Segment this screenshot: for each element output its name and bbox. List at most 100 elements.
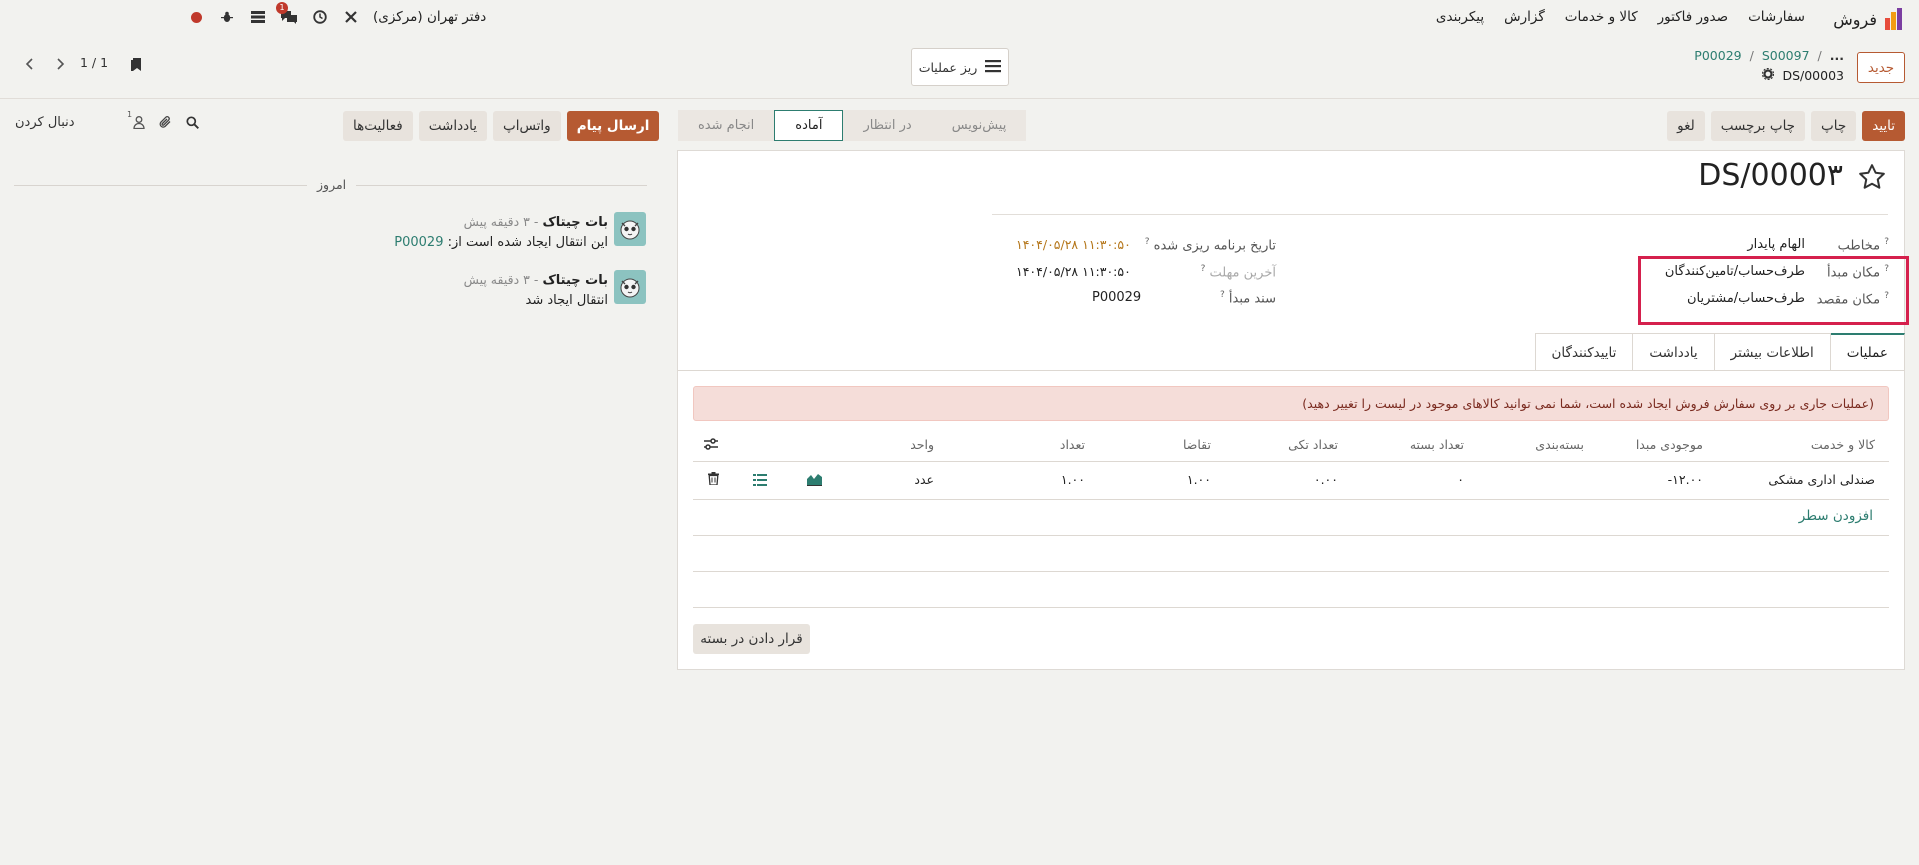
app-brand[interactable]: فروش <box>1833 7 1907 31</box>
form-tabs: عملیات اطلاعات بیشتر یادداشت تاییدکنندگا… <box>1534 333 1905 371</box>
breadcrumb-separator: / <box>1817 48 1822 63</box>
message-author[interactable]: بات چیتاک <box>542 215 608 230</box>
avatar[interactable] <box>614 270 646 304</box>
whatsapp-button[interactable]: واتس‌اپ <box>492 111 561 141</box>
empty-row-divider <box>693 571 1889 572</box>
chat-badge: 1 <box>276 2 288 14</box>
optional-columns-icon[interactable] <box>703 436 719 455</box>
followers-icon[interactable]: 1 <box>127 110 145 133</box>
table-header: کالا و خدمت موجودی مبدا بسته‌بندی تعداد … <box>693 428 1889 462</box>
menu-reporting[interactable]: گزارش <box>1504 9 1545 25</box>
put-in-pack-button[interactable]: قرار دادن در بسته <box>693 624 810 654</box>
new-button[interactable]: جدید <box>1857 52 1905 83</box>
activities-button[interactable]: فعالیت‌ها <box>343 111 413 141</box>
deadline-label: آخرین مهلت ? <box>1200 264 1276 281</box>
col-source-stock[interactable]: موجودی مبدا <box>1636 437 1703 452</box>
follow-button[interactable]: دنبال کردن <box>15 115 75 130</box>
print-button[interactable]: چاپ <box>1811 111 1857 141</box>
paperclip-icon[interactable] <box>159 115 172 133</box>
tab-operations[interactable]: عملیات <box>1829 333 1905 371</box>
record-title-heading: DS/0000۳ <box>1698 158 1843 193</box>
menu-products[interactable]: کالا و خدمات <box>1565 9 1638 25</box>
menu-invoicing[interactable]: صدور فاکتور <box>1658 9 1728 25</box>
hamburger-icon <box>985 59 1002 76</box>
app-name: فروش <box>1833 9 1877 29</box>
star-icon[interactable] <box>1857 162 1887 196</box>
add-line-link[interactable]: افزودن سطر <box>1799 508 1873 524</box>
company-switcher[interactable]: دفتر تهران (مرکزی) <box>373 9 486 25</box>
cell-source-stock: -۱۲.۰۰ <box>1667 472 1703 487</box>
operations-detail-button[interactable]: ریز عملیات <box>911 48 1009 86</box>
gear-icon[interactable] <box>1762 67 1775 83</box>
date-separator-label: امروز <box>307 177 357 192</box>
pager-prev-button[interactable] <box>18 52 42 76</box>
bug-icon[interactable] <box>218 8 236 26</box>
scheduled-date-value[interactable]: ۱۴۰۴/۰۵/۲۸ ۱۱:۳۰:۵۰ <box>1016 237 1131 252</box>
breadcrumb-purchase-order[interactable]: P00029 <box>1694 48 1741 63</box>
record-status-icon[interactable] <box>187 8 205 26</box>
sales-app-icon <box>1885 8 1907 30</box>
col-package-qty[interactable]: تعداد بسته <box>1410 437 1464 452</box>
menu-orders[interactable]: سفارشات <box>1748 9 1805 25</box>
trash-icon[interactable] <box>708 472 719 488</box>
source-document-label: سند مبدأ ? <box>1219 290 1276 307</box>
message-body: بات چیتاک - ۳ دقیقه پیش این انتقال ایجاد… <box>394 212 608 253</box>
tabs-baseline <box>678 370 1904 371</box>
cell-product[interactable]: صندلی اداری مشکی <box>1768 472 1875 487</box>
avatar[interactable] <box>614 212 646 246</box>
chatter-icons: 1 <box>127 110 199 133</box>
col-demand[interactable]: تقاضا <box>1183 437 1211 452</box>
search-icon[interactable] <box>186 115 199 133</box>
source-document-value[interactable]: P00029 <box>1092 290 1141 305</box>
print-labels-button[interactable]: چاپ برچسب <box>1710 111 1806 141</box>
pager-next-button[interactable] <box>48 52 72 76</box>
stage-ready[interactable]: آماده <box>774 110 844 141</box>
send-message-button[interactable]: ارسال پیام <box>566 111 660 141</box>
col-product[interactable]: کالا و خدمت <box>1811 437 1875 452</box>
pager-value[interactable]: 1 / 1 <box>80 55 108 70</box>
stage-waiting[interactable]: در انتظار <box>843 110 932 141</box>
breadcrumb-more[interactable]: ... <box>1830 48 1844 63</box>
tools-icon[interactable] <box>342 8 360 26</box>
tab-additional-info[interactable]: اطلاعات بیشتر <box>1713 333 1831 371</box>
record-title: DS/00003 <box>1762 67 1844 83</box>
col-unit[interactable]: واحد <box>910 437 934 452</box>
chat-icon[interactable]: 1 <box>276 2 298 26</box>
cancel-button[interactable]: لغو <box>1667 111 1705 141</box>
cell-unit-qty[interactable]: ۰.۰۰ <box>1314 472 1338 487</box>
partner-value[interactable]: الهام پایدار <box>1747 237 1805 252</box>
message-text: این انتقال ایجاد شده است از: <box>447 235 608 250</box>
details-list-icon[interactable] <box>753 474 767 489</box>
col-packaging[interactable]: بسته‌بندی <box>1535 437 1584 452</box>
cell-quantity[interactable]: ۱.۰۰ <box>1061 472 1085 487</box>
tab-approvers[interactable]: تاییدکنندگان <box>1534 333 1634 371</box>
message-author[interactable]: بات چیتاک <box>542 273 608 288</box>
scheduled-date-label: تاریخ برنامه ریزی شده ? <box>1144 237 1276 254</box>
empty-row-divider <box>693 535 1889 536</box>
message-link[interactable]: P00029 <box>394 235 443 250</box>
bookmark-icon[interactable] <box>131 57 144 77</box>
table-row[interactable]: صندلی اداری مشکی -۱۲.۰۰ ۰ ۰.۰۰ ۱.۰۰ ۱.۰۰… <box>693 462 1889 500</box>
tab-note[interactable]: یادداشت <box>1632 333 1715 371</box>
statusbar-buttons: تایید چاپ چاپ برچسب لغو <box>1667 111 1905 141</box>
stage-done[interactable]: انجام شده <box>678 110 775 141</box>
cell-package-qty[interactable]: ۰ <box>1457 472 1464 487</box>
clock-icon[interactable] <box>311 8 329 26</box>
cell-demand[interactable]: ۱.۰۰ <box>1187 472 1211 487</box>
col-quantity[interactable]: تعداد <box>1060 437 1085 452</box>
empty-row-divider <box>693 607 1889 608</box>
record-name: DS/00003 <box>1782 68 1844 83</box>
stage-draft[interactable]: پیش‌نویس <box>931 110 1027 141</box>
activity-list-icon[interactable] <box>249 8 267 26</box>
cell-unit[interactable]: عدد <box>914 472 934 487</box>
deadline-value[interactable]: ۱۴۰۴/۰۵/۲۸ ۱۱:۳۰:۵۰ <box>1016 264 1131 279</box>
warning-alert: (عملیات جاری بر روی سفارش فروش ایجاد شده… <box>693 386 1889 421</box>
log-note-button[interactable]: یادداشت <box>418 111 487 141</box>
menu-configuration[interactable]: پیکربندی <box>1436 9 1484 25</box>
forecast-chart-icon[interactable] <box>807 473 822 489</box>
validate-button[interactable]: تایید <box>1862 111 1905 141</box>
breadcrumb-sale-order[interactable]: S00097 <box>1762 48 1810 63</box>
status-stages: پیش‌نویس در انتظار آماده انجام شده <box>678 110 1027 141</box>
message-text: انتقال ایجاد شد <box>525 293 609 308</box>
col-unit-qty[interactable]: تعداد تکی <box>1288 437 1338 452</box>
